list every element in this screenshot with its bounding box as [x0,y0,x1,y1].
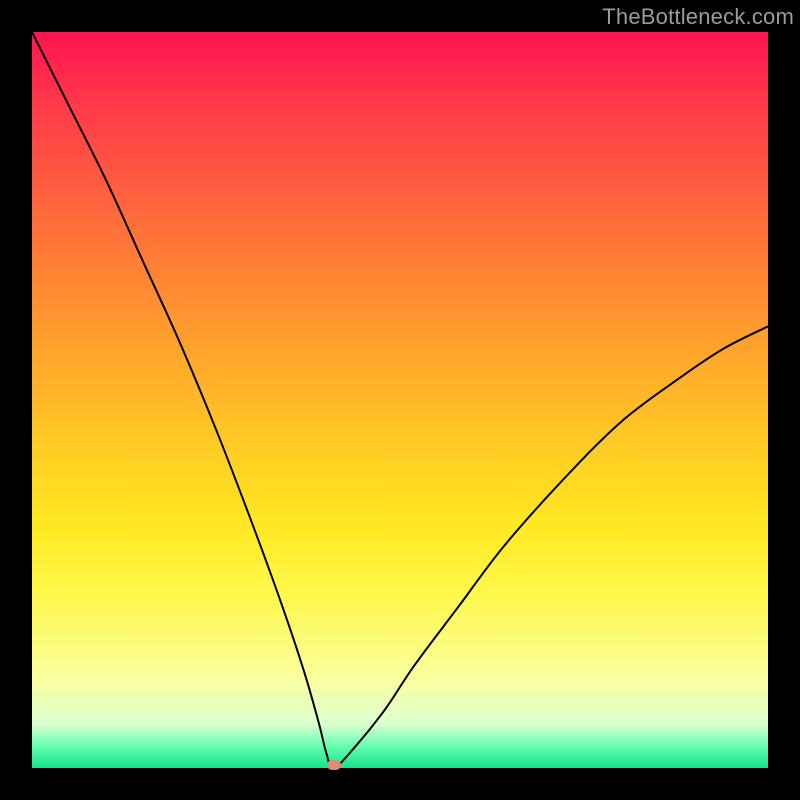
plot-area [32,32,768,768]
bottleneck-curve [32,32,768,768]
curve-svg [32,32,768,768]
watermark-text: TheBottleneck.com [602,4,794,30]
frame: TheBottleneck.com [0,0,800,800]
